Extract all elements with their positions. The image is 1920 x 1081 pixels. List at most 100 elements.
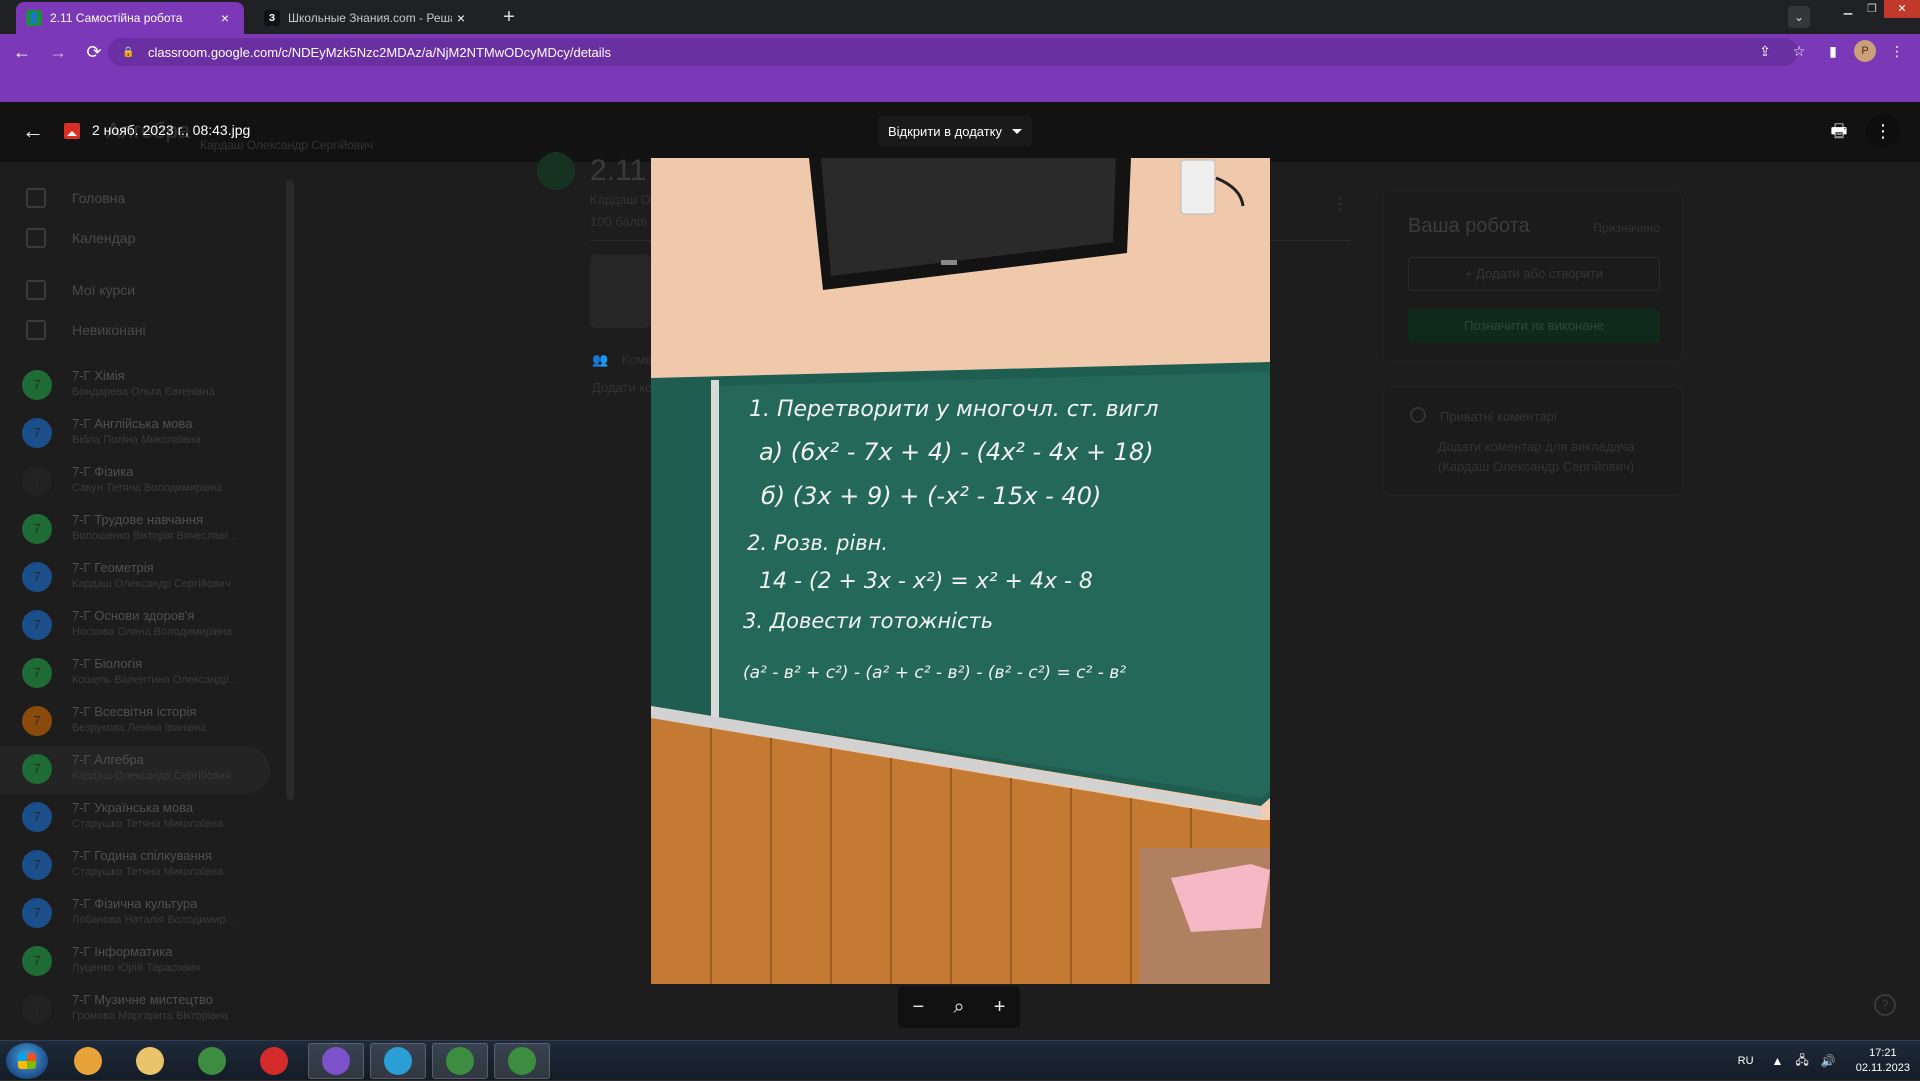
taskbar-app[interactable] bbox=[122, 1043, 178, 1079]
private-comments-title: Приватні коментарі bbox=[1440, 409, 1557, 424]
add-private-comment-link[interactable]: Додати коментар для викладача (Кардаш Ол… bbox=[1420, 437, 1652, 477]
sidebar-course-item[interactable]: 7 7-Г Основи здоров'я Носкова Олена Володи… bbox=[0, 602, 270, 650]
restore-icon[interactable]: ❐ bbox=[1860, 0, 1884, 18]
assignment-icon bbox=[537, 152, 575, 190]
tab-title: Школьные Знания.com - Решае bbox=[288, 11, 452, 25]
viber-icon bbox=[322, 1047, 350, 1075]
forward-arrow-icon[interactable]: → bbox=[44, 38, 72, 66]
tab-title: 2.11 Самостійна робота bbox=[50, 11, 183, 25]
open-with-app-button[interactable]: Відкрити в додатку bbox=[878, 116, 1033, 146]
image-viewer-toolbar: ← 2 нояб. 2023 г., 08:43.jpg Відкрити в … bbox=[0, 110, 1920, 152]
sidebar-item-calendar[interactable]: Календар bbox=[0, 218, 280, 258]
sidebar-course-item[interactable]: 7 7-Г Всесвітня історія Безрукова Леніна І… bbox=[0, 698, 270, 746]
classroom-favicon-icon: 👤 bbox=[26, 10, 42, 26]
language-indicator[interactable]: RU bbox=[1738, 1055, 1754, 1067]
close-viewer-arrow-icon[interactable]: ← bbox=[20, 118, 46, 144]
board-line-1: 1. Перетворити у многочл. ст. вигл bbox=[749, 397, 1158, 422]
zoom-out-icon[interactable]: − bbox=[903, 996, 933, 1019]
your-work-title: Ваша робота bbox=[1408, 215, 1530, 237]
tab-search-icon[interactable]: ⌄ bbox=[1788, 6, 1810, 28]
volume-icon[interactable]: 🔊 bbox=[1821, 1054, 1836, 1068]
browser-menu-icon[interactable]: ⋮ bbox=[1884, 38, 1910, 64]
assignment-more-icon[interactable]: ⋮ bbox=[1332, 194, 1348, 214]
course-teacher: Лобанова Наталія Володимир... bbox=[72, 914, 235, 926]
board-frame bbox=[711, 380, 719, 720]
course-teacher: Волошенко Вікторія Вячеславі... bbox=[72, 530, 237, 542]
sidebar-course-item[interactable]: 7 7-Г Фізична культура Лобанова Наталія Во… bbox=[0, 890, 270, 938]
taskbar-app[interactable] bbox=[308, 1043, 364, 1079]
print-icon[interactable]: 🖶 bbox=[1826, 118, 1852, 144]
zoom-reset-icon[interactable]: ⌕ bbox=[944, 996, 974, 1019]
chrome-profile-a-icon bbox=[508, 1047, 536, 1075]
taskbar-app[interactable] bbox=[60, 1043, 116, 1079]
tab-close-icon[interactable]: × bbox=[216, 10, 234, 26]
sidebar-course-item[interactable]: 7 7-Г Біологія Кошель Валентина Олександр.… bbox=[0, 650, 270, 698]
minimize-icon[interactable]: ▁ bbox=[1836, 0, 1860, 18]
more-actions-icon[interactable]: ⋮ bbox=[1866, 114, 1900, 148]
zoom-controls: − ⌕ + bbox=[898, 986, 1020, 1028]
sidebar-course-item[interactable]: 7 7-Г Трудове навчання Волошенко Вікторія … bbox=[0, 506, 270, 554]
reload-icon[interactable]: ⟳ bbox=[80, 38, 108, 66]
todo-icon bbox=[26, 320, 46, 340]
share-icon[interactable]: ⇪ bbox=[1752, 38, 1778, 64]
assignment-points: 100 балів bbox=[590, 214, 648, 229]
lock-icon[interactable]: 🔒 bbox=[122, 47, 134, 58]
taskbar-app[interactable] bbox=[246, 1043, 302, 1079]
course-teacher: Сакун Тетяна Володимирівна bbox=[72, 482, 223, 494]
taskbar-app[interactable] bbox=[494, 1043, 550, 1079]
show-hidden-icons-icon[interactable]: ▲ bbox=[1772, 1054, 1784, 1068]
sidebar-course-item[interactable]: 7 7-Г Алгебра Кардаш Олександр Сергійович bbox=[0, 746, 270, 794]
course-avatar: 7 bbox=[22, 562, 52, 592]
start-button[interactable] bbox=[6, 1043, 48, 1079]
taskbar-app[interactable] bbox=[184, 1043, 240, 1079]
sidebar-item-todo[interactable]: Невиконані bbox=[0, 310, 280, 350]
course-avatar: 7 bbox=[22, 466, 52, 496]
calendar-icon bbox=[26, 228, 46, 248]
bookmark-star-icon[interactable]: ☆ bbox=[1786, 38, 1812, 64]
course-avatar: 7 bbox=[22, 946, 52, 976]
close-window-icon[interactable]: ✕ bbox=[1884, 0, 1920, 18]
course-avatar: 7 bbox=[22, 754, 52, 784]
sidebar-course-item[interactable]: 7 7-Г Фізика Сакун Тетяна Володимирівна bbox=[0, 458, 270, 506]
taskbar-app[interactable] bbox=[370, 1043, 426, 1079]
tab-close-icon[interactable]: × bbox=[452, 10, 470, 26]
windows-taskbar: RU ▲ 🖧 🔊 17:21 02.11.2023 bbox=[0, 1040, 1920, 1080]
back-arrow-icon[interactable]: ← bbox=[8, 38, 36, 66]
sidebar: Головна Календар Мої курси Невиконані 77… bbox=[0, 164, 280, 1040]
new-tab-button[interactable]: + bbox=[496, 4, 522, 30]
sidebar-item-home[interactable]: Головна bbox=[0, 178, 280, 218]
course-name: 7-Г Фізична культура bbox=[72, 896, 198, 911]
mark-as-done-button[interactable]: Позначити як виконане bbox=[1408, 309, 1660, 343]
board-line-3: б) (3x + 9) + (-x² - 15x - 40) bbox=[761, 482, 1101, 510]
add-or-create-button[interactable]: + Додати або створити bbox=[1408, 257, 1660, 291]
profile-avatar[interactable]: P bbox=[1854, 40, 1876, 62]
course-avatar: 7 bbox=[22, 850, 52, 880]
course-teacher: Луценко Юрій Тарасович bbox=[72, 962, 201, 974]
sidebar-course-item[interactable]: 7 7-Г Година спілкування Старушко Тетяна М… bbox=[0, 842, 270, 890]
sidebar-course-item[interactable]: 7 7-Г Англійська мова Віблa Поліна Миколаї… bbox=[0, 410, 270, 458]
sidebar-course-item[interactable]: 7 7-Г Геометрія Кардаш Олександр Сергійови… bbox=[0, 554, 270, 602]
taskbar-app[interactable] bbox=[432, 1043, 488, 1079]
side-panel-icon[interactable]: ▮ bbox=[1820, 38, 1846, 64]
attachment-thumbnail[interactable] bbox=[590, 254, 650, 328]
help-icon[interactable]: ? bbox=[1874, 994, 1896, 1016]
tab-strip: 👤 2.11 Самостійна робота × З Школьные Зн… bbox=[0, 0, 1920, 34]
course-name: 7-Г Хімія bbox=[72, 368, 125, 383]
sidebar-course-item[interactable]: 7 7-Г Музичне мистецтво Громова Маргарита … bbox=[0, 986, 270, 1034]
course-avatar: 7 bbox=[22, 370, 52, 400]
address-bar[interactable]: 🔒 classroom.google.com/c/NDEyMzk5Nzc2MDA… bbox=[108, 38, 1798, 66]
opera-icon bbox=[260, 1047, 288, 1075]
url-text: classroom.google.com/c/NDEyMzk5Nzc2MDAz/… bbox=[148, 44, 612, 60]
sidebar-course-item[interactable]: 7 7-Г Інформатика Луценко Юрій Тарасович bbox=[0, 938, 270, 986]
network-icon[interactable]: 🖧 bbox=[1795, 1051, 1808, 1072]
zoom-in-icon[interactable]: + bbox=[985, 996, 1015, 1019]
tab-znania[interactable]: З Школьные Знания.com - Решае × bbox=[254, 2, 480, 34]
sidebar-course-item[interactable]: 7 7-Г Хімія Бондарева Ольга Євгенівна bbox=[0, 362, 270, 410]
people-icon: 👥 bbox=[592, 352, 609, 367]
sidebar-item-my-courses[interactable]: Мої курси bbox=[0, 270, 280, 310]
course-name: 7-Г Година спілкування bbox=[72, 848, 212, 863]
clock[interactable]: 17:21 02.11.2023 bbox=[1856, 1046, 1910, 1076]
sidebar-scrollbar[interactable] bbox=[286, 180, 294, 800]
tab-classroom[interactable]: 👤 2.11 Самостійна робота × bbox=[16, 2, 244, 34]
sidebar-course-item[interactable]: 7 7-Г Українська мова Старушко Тетяна Мико… bbox=[0, 794, 270, 842]
